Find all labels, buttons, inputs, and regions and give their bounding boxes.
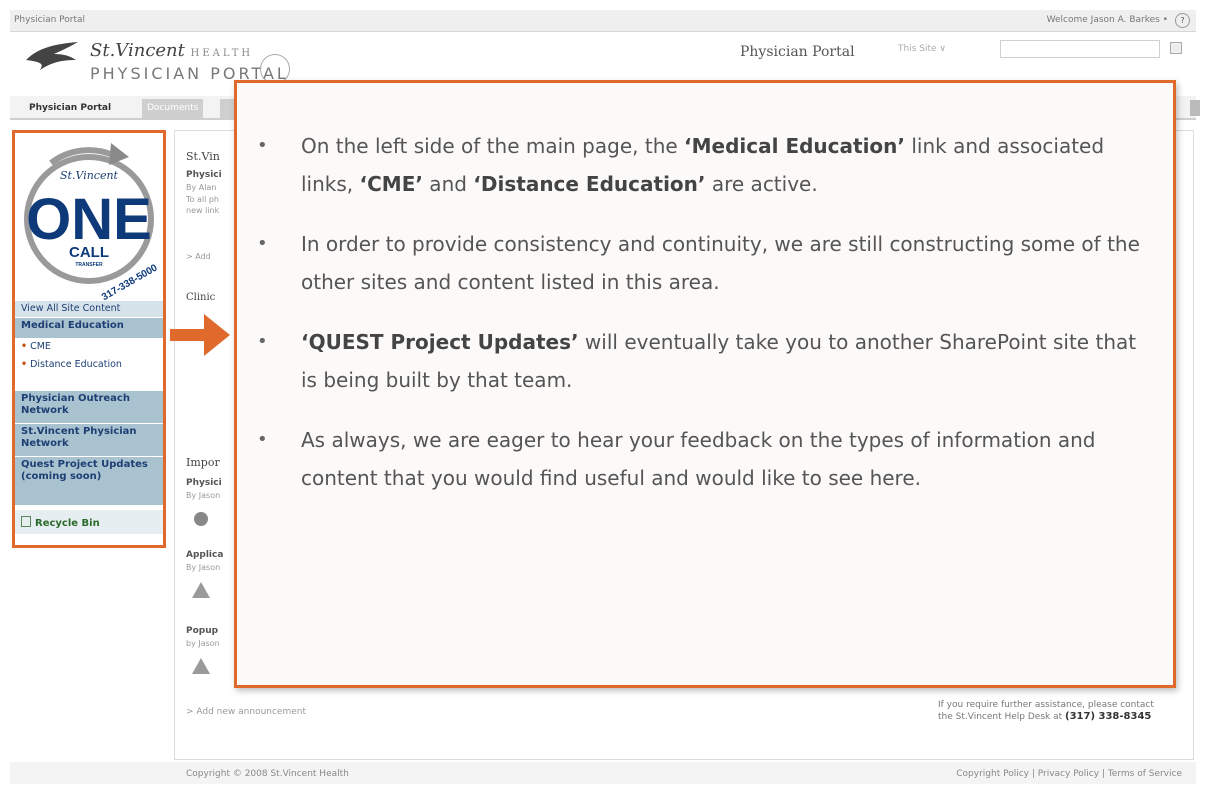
important-item-3-author: by Jason bbox=[186, 639, 220, 648]
help-desk-phone: (317) 338-8345 bbox=[1065, 711, 1152, 722]
brand-line1: St.Vincent bbox=[90, 40, 185, 61]
callout-bullet-3-bold: ‘QUEST Project Updates’ bbox=[301, 330, 579, 354]
info-callout: • On the left side of the main page, the… bbox=[234, 80, 1176, 688]
page-footer: Copyright © 2008 St.Vincent Health Copyr… bbox=[10, 762, 1196, 784]
important-item-3[interactable]: Popup bbox=[186, 626, 218, 636]
important-item-1[interactable]: Physici bbox=[186, 478, 222, 488]
search-scope-dropdown[interactable]: This Site ∨ bbox=[898, 44, 946, 54]
sidebar-item-cme-label: CME bbox=[30, 341, 51, 352]
important-item-2[interactable]: Applica bbox=[186, 550, 223, 560]
clinic-heading: Clinic bbox=[186, 292, 216, 303]
recycle-bin-icon bbox=[21, 516, 31, 527]
globe-icon bbox=[194, 512, 208, 526]
logo-one: ONE bbox=[26, 187, 152, 252]
breadcrumb[interactable]: Physician Portal bbox=[14, 15, 85, 25]
announcement-title[interactable]: Physici bbox=[186, 170, 222, 180]
bullet-icon: • bbox=[257, 233, 268, 254]
bullet-icon: • bbox=[257, 429, 268, 450]
help-desk-note: If you require further assistance, pleas… bbox=[938, 700, 1168, 723]
callout-bullet-1-text-a: On the left side of the main page, the bbox=[301, 134, 685, 158]
callout-bullet-4: • As always, we are eager to hear your f… bbox=[257, 421, 1157, 497]
recycle-bin-link[interactable]: Recycle Bin bbox=[15, 510, 163, 534]
search-input[interactable] bbox=[1000, 40, 1160, 58]
sidebar-item-physician-outreach[interactable]: Physician Outreach Network bbox=[15, 391, 163, 423]
callout-bullet-1: • On the left side of the main page, the… bbox=[257, 127, 1157, 203]
warning-icon bbox=[192, 658, 210, 674]
callout-bullet-3: • ‘QUEST Project Updates’ will eventuall… bbox=[257, 323, 1157, 399]
sidebar-item-quest-project-updates[interactable]: Quest Project Updates (coming soon) bbox=[15, 457, 163, 505]
tab-documents[interactable]: Documents bbox=[142, 99, 204, 118]
main-heading: St.Vin bbox=[186, 150, 220, 163]
logo-call: CALL bbox=[69, 244, 109, 261]
sidebar-item-st-vincent-physician-network[interactable]: St.Vincent Physician Network bbox=[15, 424, 163, 456]
search-icon[interactable] bbox=[1170, 42, 1182, 54]
callout-bullet-2-text: In order to provide consistency and cont… bbox=[301, 232, 1140, 294]
add-link[interactable]: > Add bbox=[186, 252, 211, 261]
quick-launch: St.Vincent ONE CALL TRANSFER 317-338-500… bbox=[12, 130, 166, 548]
callout-bullet-1-bold-c: ‘Distance Education’ bbox=[473, 172, 706, 196]
sidebar-item-distance-label: Distance Education bbox=[30, 359, 122, 370]
callout-bullet-1-bold-a: ‘Medical Education’ bbox=[684, 134, 905, 158]
logo-transfer: TRANSFER bbox=[75, 262, 103, 268]
top-bar: Physician Portal Welcome Jason A. Barkes… bbox=[10, 10, 1196, 32]
bird-logo-icon bbox=[26, 42, 78, 70]
one-call-transfer-logo-icon[interactable]: St.Vincent ONE CALL TRANSFER 317-338-500… bbox=[15, 133, 163, 301]
warning-icon bbox=[192, 582, 210, 598]
tab-physician-portal[interactable]: Physician Portal bbox=[24, 99, 116, 118]
sidebar-item-medical-education[interactable]: Medical Education bbox=[15, 318, 163, 338]
welcome-menu[interactable]: Welcome Jason A. Barkes • bbox=[1047, 15, 1168, 25]
callout-bullet-1-text-d: are active. bbox=[705, 172, 818, 196]
portal-title: Physician Portal bbox=[740, 44, 855, 60]
copyright-text: Copyright © 2008 St.Vincent Health bbox=[186, 769, 349, 779]
help-icon[interactable]: ? bbox=[1175, 13, 1190, 28]
sidebar-item-cme[interactable]: • CME bbox=[15, 339, 163, 357]
view-all-site-content-link[interactable]: View All Site Content bbox=[15, 301, 163, 317]
brand-name: St.Vincent HEALTH bbox=[90, 40, 253, 61]
callout-bullet-2: • In order to provide consistency and co… bbox=[257, 225, 1157, 301]
callout-bullet-4-text: As always, we are eager to hear your fee… bbox=[301, 428, 1096, 490]
important-item-2-author: By Jason bbox=[186, 563, 221, 572]
recycle-bin-label: Recycle Bin bbox=[35, 518, 100, 529]
callout-bullets: • On the left side of the main page, the… bbox=[257, 127, 1157, 497]
callout-bullet-1-bold-b: ‘CME’ bbox=[359, 172, 423, 196]
brand-health: HEALTH bbox=[190, 48, 254, 59]
screen: Physician Portal Welcome Jason A. Barkes… bbox=[0, 0, 1206, 785]
important-heading: Impor bbox=[186, 456, 220, 469]
arrow-right-icon bbox=[170, 314, 230, 356]
callout-bullet-1-text-c: and bbox=[422, 172, 474, 196]
announcement-body: To all ph bbox=[186, 195, 220, 204]
announcement-author: By Alan bbox=[186, 183, 217, 192]
important-item-1-author: By Jason bbox=[186, 491, 221, 500]
logo-brand: St.Vincent bbox=[60, 169, 119, 182]
sidebar-item-distance-education[interactable]: • Distance Education bbox=[15, 357, 163, 375]
bullet-icon: • bbox=[257, 135, 268, 156]
policy-links[interactable]: Copyright Policy | Privacy Policy | Term… bbox=[956, 769, 1182, 779]
nav-scroll-handle[interactable] bbox=[1190, 100, 1200, 116]
bullet-icon: • bbox=[257, 331, 268, 352]
announcement-body-2: new link bbox=[186, 206, 220, 215]
add-announcement-link[interactable]: > Add new announcement bbox=[186, 707, 306, 717]
